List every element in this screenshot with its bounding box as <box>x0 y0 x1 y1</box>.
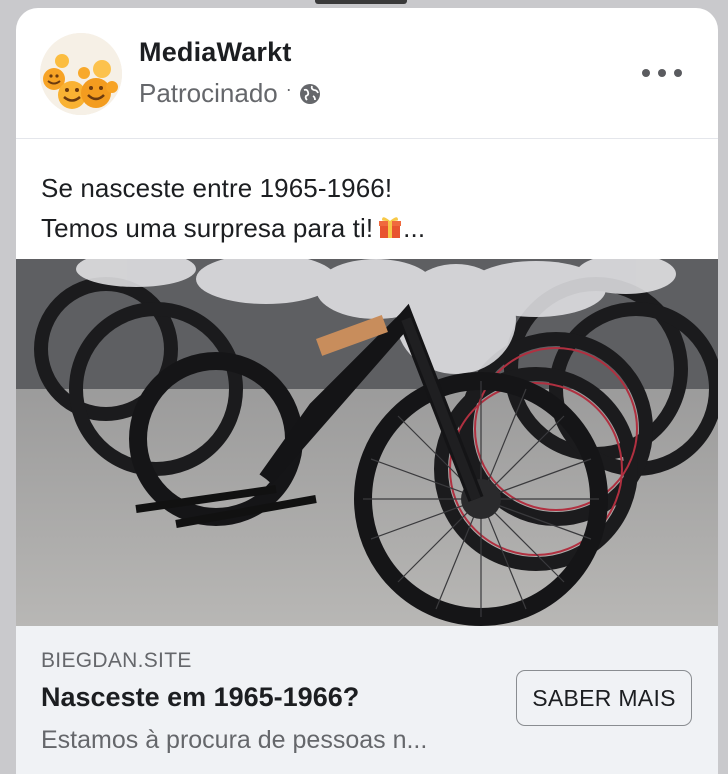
post-text-line-2-content: Temos uma surpresa para ti! <box>41 213 374 243</box>
link-headline[interactable]: Nasceste em 1965-1966? <box>41 682 359 713</box>
page-name[interactable]: MediaWarkt <box>139 37 292 68</box>
page-avatar[interactable] <box>40 33 122 115</box>
header-divider <box>16 138 718 139</box>
post-text: Se nasceste entre 1965-1966! Temos uma s… <box>41 168 425 248</box>
learn-more-button[interactable]: SABER MAIS <box>516 670 692 726</box>
link-domain: BIEGDAN.SITE <box>41 649 192 672</box>
sponsored-label: Patrocinado <box>139 78 278 108</box>
post-header: MediaWarkt Patrocinado · <box>16 8 718 138</box>
post-text-line-2: Temos uma surpresa para ti! ... <box>41 208 425 248</box>
link-description: Estamos à procura de pessoas n... <box>41 726 428 754</box>
link-preview[interactable]: BIEGDAN.SITE Nasceste em 1965-1966? Esta… <box>16 626 718 774</box>
post-image[interactable] <box>16 259 718 626</box>
status-bar-notch <box>315 0 407 4</box>
globe-icon <box>299 83 320 104</box>
post-text-line-1: Se nasceste entre 1965-1966! <box>41 173 393 203</box>
meta-separator: · <box>285 79 292 99</box>
more-options-icon[interactable] <box>642 60 682 86</box>
sponsored-post-card: MediaWarkt Patrocinado · Se nasceste ent… <box>16 8 718 774</box>
e-bikes-row-photo <box>16 259 718 626</box>
gift-icon <box>379 217 402 238</box>
emoji-faces-avatar-icon <box>40 33 122 115</box>
post-text-ellipsis[interactable]: ... <box>403 213 425 243</box>
post-meta: Patrocinado · <box>139 78 322 109</box>
